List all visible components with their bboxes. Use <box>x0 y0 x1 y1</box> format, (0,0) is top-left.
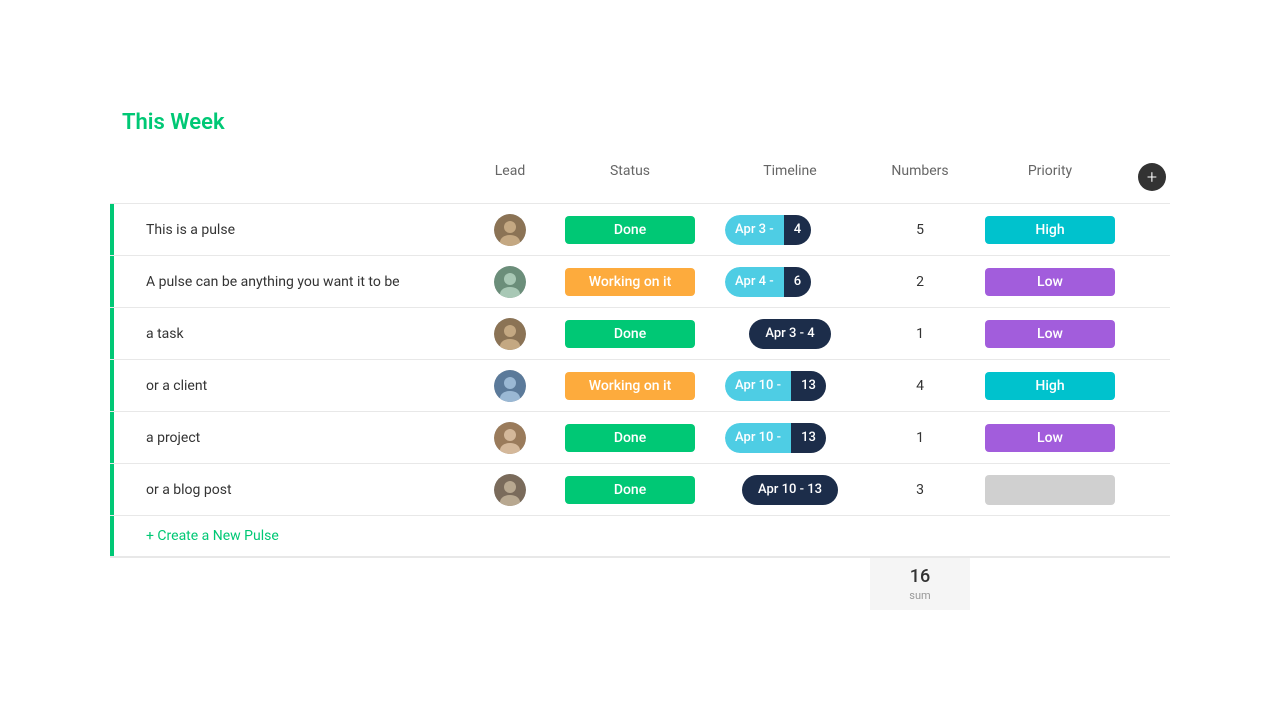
status-badge: Done <box>565 216 695 244</box>
number-cell[interactable]: 2 <box>870 274 970 290</box>
priority-cell[interactable]: Low <box>970 320 1130 348</box>
status-cell[interactable]: Working on it <box>550 268 710 296</box>
table-row: a task Done Apr 3 - 4 1 Low <box>110 308 1170 360</box>
timeline-badge: Apr 10 - 13 <box>725 371 855 401</box>
create-pulse-label: + Create a New Pulse <box>146 528 279 544</box>
timeline-cell[interactable]: Apr 3 - 4 <box>710 319 870 349</box>
priority-cell[interactable] <box>970 475 1130 505</box>
priority-empty-badge <box>985 475 1115 505</box>
task-table: Lead Status Timeline Numbers Priority + … <box>110 151 1170 610</box>
col-priority-header: Priority <box>970 159 1130 195</box>
col-numbers-header: Numbers <box>870 159 970 195</box>
table-row: or a client Working on it Apr 10 - 13 4 … <box>110 360 1170 412</box>
timeline-cell[interactable]: Apr 10 - 13 <box>710 371 870 401</box>
priority-cell[interactable]: Low <box>970 424 1130 452</box>
timeline-badge: Apr 10 - 13 <box>725 423 855 453</box>
priority-cell[interactable]: Low <box>970 268 1130 296</box>
timeline-left: Apr 10 - <box>725 423 791 453</box>
timeline-cell[interactable]: Apr 10 - 13 <box>710 475 870 505</box>
status-cell[interactable]: Working on it <box>550 372 710 400</box>
number-cell[interactable]: 4 <box>870 378 970 394</box>
timeline-left: Apr 10 - <box>725 371 791 401</box>
col-name-header <box>110 159 470 195</box>
status-cell[interactable]: Done <box>550 320 710 348</box>
row-indicator <box>110 516 114 556</box>
status-cell[interactable]: Done <box>550 424 710 452</box>
summary-row: 16 sum <box>110 557 1170 610</box>
priority-cell[interactable]: High <box>970 216 1130 244</box>
table-row: or a blog post Done Apr 10 - 13 3 <box>110 464 1170 516</box>
avatar <box>494 266 526 298</box>
table-row: a project Done Apr 10 - 13 1 Low <box>110 412 1170 464</box>
timeline-badge: Apr 4 - 6 <box>725 267 855 297</box>
col-lead-header: Lead <box>470 159 550 195</box>
row-indicator <box>110 464 114 515</box>
timeline-cell[interactable]: Apr 4 - 6 <box>710 267 870 297</box>
avatar <box>494 318 526 350</box>
timeline-dark: Apr 10 - 13 <box>742 475 838 505</box>
col-add-header: + <box>1130 159 1170 195</box>
status-badge: Working on it <box>565 372 695 400</box>
status-badge: Done <box>565 320 695 348</box>
priority-cell[interactable]: High <box>970 372 1130 400</box>
row-name[interactable]: a task <box>110 314 470 354</box>
avatar <box>494 474 526 506</box>
priority-badge: Low <box>985 424 1115 452</box>
row-name[interactable]: a project <box>110 418 470 458</box>
table-header: Lead Status Timeline Numbers Priority + <box>110 151 1170 204</box>
row-indicator <box>110 256 114 307</box>
priority-badge: High <box>985 372 1115 400</box>
lead-cell <box>470 266 550 298</box>
timeline-right: 6 <box>784 267 811 297</box>
timeline-badge: Apr 3 - 4 <box>725 215 855 245</box>
lead-cell <box>470 318 550 350</box>
status-badge: Done <box>565 476 695 504</box>
status-cell[interactable]: Done <box>550 476 710 504</box>
number-cell[interactable]: 5 <box>870 222 970 238</box>
lead-cell <box>470 422 550 454</box>
timeline-cell[interactable]: Apr 3 - 4 <box>710 215 870 245</box>
timeline-cell[interactable]: Apr 10 - 13 <box>710 423 870 453</box>
lead-cell <box>470 474 550 506</box>
main-container: This Week Lead Status Timeline Numbers P… <box>110 110 1170 610</box>
row-indicator <box>110 204 114 255</box>
avatar <box>494 214 526 246</box>
status-badge: Working on it <box>565 268 695 296</box>
priority-badge: Low <box>985 268 1115 296</box>
row-name[interactable]: or a client <box>110 366 470 406</box>
summary-number: 16 <box>910 566 930 587</box>
table-row: This is a pulse Done Apr 3 - 4 5 High <box>110 204 1170 256</box>
col-timeline-header: Timeline <box>710 159 870 195</box>
timeline-right: 13 <box>791 423 826 453</box>
timeline-dark: Apr 3 - 4 <box>749 319 830 349</box>
summary-number-cell: 16 sum <box>870 558 970 610</box>
timeline-right: 4 <box>784 215 811 245</box>
section-title: This Week <box>110 110 1170 135</box>
row-indicator <box>110 412 114 463</box>
number-cell[interactable]: 1 <box>870 430 970 446</box>
add-column-button[interactable]: + <box>1138 163 1166 191</box>
timeline-left: Apr 4 - <box>725 267 784 297</box>
priority-badge: High <box>985 216 1115 244</box>
row-name[interactable]: This is a pulse <box>110 210 470 250</box>
timeline-right: 13 <box>791 371 826 401</box>
lead-cell <box>470 214 550 246</box>
table-row: A pulse can be anything you want it to b… <box>110 256 1170 308</box>
lead-cell <box>470 370 550 402</box>
col-status-header: Status <box>550 159 710 195</box>
row-name[interactable]: or a blog post <box>110 470 470 510</box>
priority-badge: Low <box>985 320 1115 348</box>
row-indicator <box>110 308 114 359</box>
number-cell[interactable]: 3 <box>870 482 970 498</box>
row-name[interactable]: A pulse can be anything you want it to b… <box>110 262 470 302</box>
timeline-left: Apr 3 - <box>725 215 784 245</box>
status-cell[interactable]: Done <box>550 216 710 244</box>
create-pulse-row[interactable]: + Create a New Pulse <box>110 516 1170 557</box>
avatar <box>494 370 526 402</box>
status-badge: Done <box>565 424 695 452</box>
summary-label: sum <box>909 589 930 602</box>
avatar <box>494 422 526 454</box>
number-cell[interactable]: 1 <box>870 326 970 342</box>
row-indicator <box>110 360 114 411</box>
